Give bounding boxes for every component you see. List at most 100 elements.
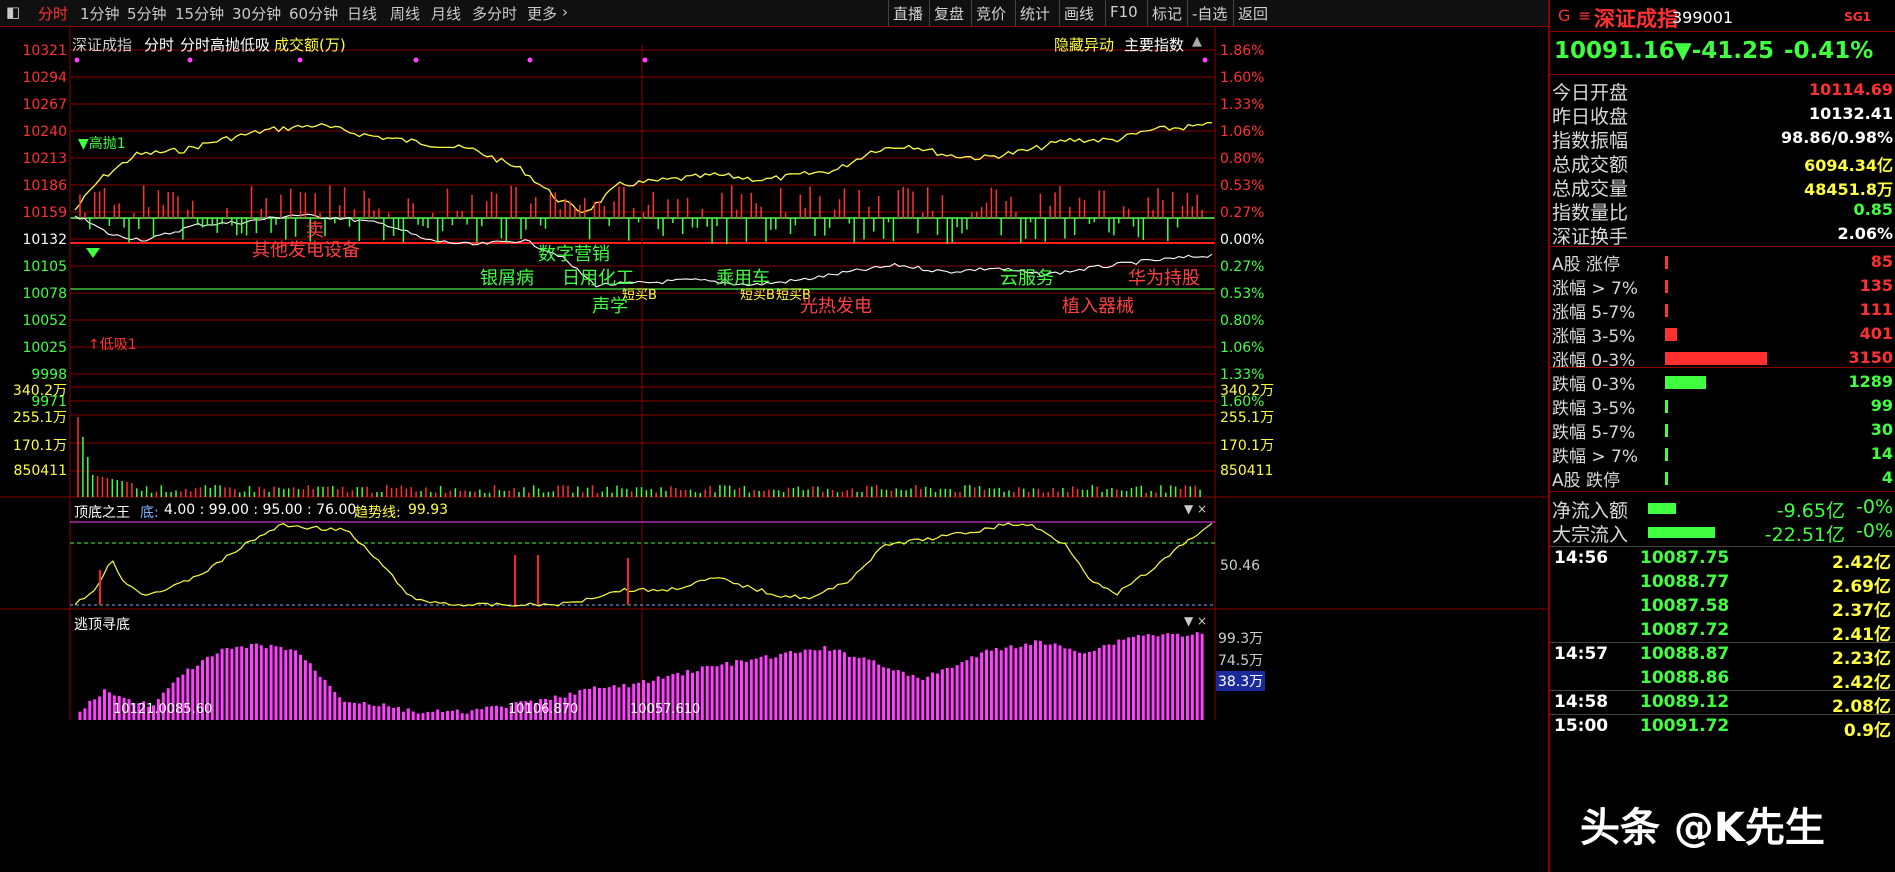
stat-label: 今日开盘	[1552, 82, 1629, 104]
flow-pct: -0%	[1856, 520, 1893, 542]
minute-row[interactable]: 15:00 10091.72 0.9亿	[1550, 714, 1895, 744]
volume-axis-left-3: 850411	[13, 463, 67, 479]
price-axis-right-9: 0.53%	[1220, 286, 1265, 302]
flow-bar	[1648, 503, 1676, 514]
sector-annotation-9: 短买B	[622, 288, 657, 303]
breadth-value: 14	[1870, 444, 1893, 463]
alert-dot	[74, 57, 80, 63]
stat-label: 深证换手	[1552, 226, 1629, 248]
stat-label: 昨日收盘	[1552, 106, 1629, 128]
breadth-label: 涨幅 > 7%	[1552, 279, 1639, 299]
breadth-bar	[1665, 304, 1668, 317]
indicator1-name[interactable]: 顶底之王	[74, 502, 130, 522]
stat-value: 10132.41	[1808, 104, 1893, 123]
stat-value: 48451.8万	[1804, 180, 1893, 199]
indicator2-axis-top: 99.3万	[1218, 631, 1264, 647]
price-axis-left-9: 10078	[22, 286, 67, 302]
price-axis-right-4: 0.80%	[1220, 151, 1265, 167]
indicator2-axis-current: 38.3万	[1216, 671, 1266, 691]
volume-axis-right-1: 255.1万	[1220, 410, 1275, 426]
breadth-bar	[1665, 472, 1668, 485]
alert-dot	[297, 57, 303, 63]
indicator2-label-1: 10121.0085.60	[113, 702, 213, 717]
price-axis-left-8: 10105	[22, 259, 67, 275]
price-axis-right-1: 1.60%	[1220, 70, 1265, 86]
low-buy-marker: ↑低吸1	[88, 337, 137, 353]
price-axis-right-6: 0.27%	[1220, 205, 1265, 221]
price-axis-left-1: 10294	[22, 70, 67, 86]
breadth-value: 99	[1870, 396, 1893, 415]
minute-amount: 2.37亿	[1832, 601, 1891, 621]
minute-amount: 0.9亿	[1843, 721, 1891, 741]
breadth-value: 111	[1859, 300, 1893, 319]
breadth-value: 135	[1859, 276, 1893, 295]
volume-axis-left-0: 340.2万	[12, 383, 67, 399]
stat-value: 2.06%	[1837, 224, 1893, 243]
volume-axis-right-3: 850411	[1220, 463, 1274, 479]
alert-dot	[642, 57, 648, 63]
minute-time: 14:58	[1554, 692, 1609, 712]
sector-annotation-6: 云服务	[1000, 268, 1054, 289]
volume-axis-left-2: 170.1万	[12, 438, 67, 454]
breadth-bar	[1665, 256, 1668, 269]
ind1-line	[74, 522, 1213, 607]
breadth-label: 跌幅 5-7%	[1552, 423, 1636, 443]
price-axis-right-2: 1.33%	[1220, 97, 1265, 113]
flow-value: -9.65亿	[1776, 500, 1845, 522]
scroll-up-icon[interactable]: ▲	[1192, 34, 1202, 49]
flow-label: 大宗流入	[1552, 524, 1629, 546]
main-index-button[interactable]: 主要指数	[1124, 34, 1184, 55]
menu-icon[interactable]: ≡	[1578, 6, 1591, 25]
alert-dot	[1202, 57, 1208, 63]
price-axis-left-3: 10240	[22, 124, 67, 140]
chart-index-name: 深证成指	[72, 36, 133, 54]
hidden-alerts-button[interactable]: 隐藏异动	[1054, 34, 1114, 55]
price-axis-right-5: 0.53%	[1220, 178, 1265, 194]
price-axis-left-10: 10052	[22, 313, 67, 329]
sector-annotation-3: 银屑病	[480, 268, 534, 289]
chart-mode[interactable]: 分时	[144, 34, 174, 55]
arrow-down-icon: ▼	[78, 136, 89, 152]
volume-axis-right-0: 340.2万	[1220, 383, 1275, 399]
flow-row: 大宗流入 -22.51亿 -0%	[1550, 520, 1895, 549]
minute-price: 10088.87	[1640, 644, 1730, 664]
indicator2-name[interactable]: 逃顶寻底	[74, 614, 130, 634]
down-triangle-icon	[86, 248, 100, 258]
quote-change: ▼-41.25	[1674, 38, 1774, 64]
price-axis-right-3: 1.06%	[1220, 124, 1265, 140]
stat-label: 指数振幅	[1552, 130, 1629, 152]
price-axis-left-11: 10025	[22, 340, 67, 356]
breadth-bar	[1665, 328, 1677, 341]
sector-annotation-13: 植入器械	[1062, 296, 1134, 317]
sector-annotation-7: 华为持股	[1128, 268, 1200, 289]
breadth-label: 跌幅 > 7%	[1552, 447, 1639, 467]
minute-time: 14:56	[1554, 548, 1609, 568]
chart-canvas	[0, 27, 1548, 720]
price-axis-right-0: 1.86%	[1220, 43, 1265, 59]
stat-label: 总成交量	[1552, 178, 1629, 200]
indicator1-params: 4.00 : 99.00 : 95.00 : 76.00	[164, 502, 357, 518]
quote-name: 深证成指	[1594, 7, 1678, 31]
sector-annotation-1: 卖	[306, 220, 324, 241]
chart-indicator-name[interactable]: 分时高抛低吸	[180, 34, 270, 55]
alert-dot	[187, 57, 193, 63]
sector-annotation-10: 短买B	[740, 288, 775, 303]
minute-time: 14:57	[1554, 644, 1609, 664]
price-axis-left-0: 10321	[22, 43, 67, 59]
breadth-value: 4	[1881, 468, 1893, 487]
minute-price: 10088.86	[1640, 668, 1730, 688]
indicator1-menu-icon[interactable]: ▼ ×	[1184, 502, 1207, 516]
minute-price: 10087.72	[1640, 620, 1730, 640]
arrow-up-icon: ↑	[88, 337, 100, 353]
stat-label: 指数量比	[1552, 202, 1629, 224]
indicator2-menu-icon[interactable]: ▼ ×	[1184, 614, 1207, 628]
breadth-value: 401	[1859, 324, 1893, 343]
indicator1-params-label: 底:	[140, 505, 159, 521]
indicator1-trend-label: 趋势线:	[354, 505, 401, 521]
indicator1-trend-value: 99.93	[408, 502, 449, 518]
price-axis-left-5: 10186	[22, 178, 67, 194]
breadth-value: 30	[1870, 420, 1893, 439]
minute-amount: 2.23亿	[1832, 649, 1891, 669]
stat-value: 0.85	[1853, 200, 1893, 219]
volume-axis-left-1: 255.1万	[12, 410, 67, 426]
